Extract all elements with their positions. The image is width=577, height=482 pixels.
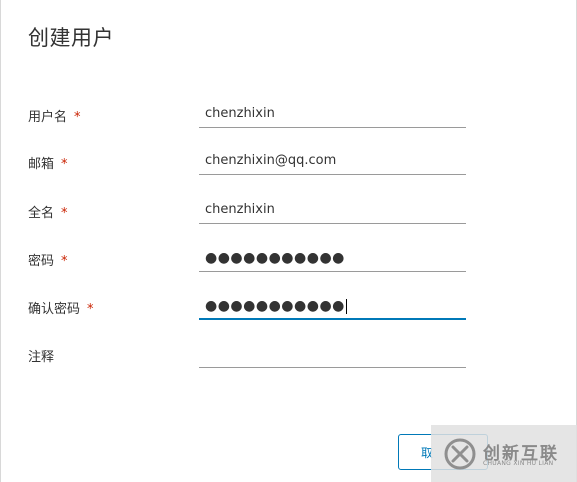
required-mark: *	[61, 254, 68, 269]
watermark: 创新互联 CHUANG XIN HU LIAN	[431, 425, 577, 482]
password-masked-value: ●●●●●●●●●●●	[205, 250, 345, 266]
form-row-notes: 注释	[1, 340, 577, 370]
notes-input[interactable]	[199, 340, 466, 368]
email-label: 邮箱 *	[28, 157, 68, 172]
chuangxin-logo-icon	[444, 438, 476, 470]
required-mark: *	[87, 302, 94, 317]
dialog-title: 创建用户	[28, 26, 114, 50]
username-input[interactable]: chenzhixin	[199, 100, 466, 128]
required-mark: *	[61, 206, 68, 221]
required-mark: *	[74, 110, 81, 125]
form-row-password: 密码 * ●●●●●●●●●●●	[1, 244, 577, 274]
text-caret	[345, 299, 347, 314]
fullname-input[interactable]: chenzhixin	[199, 196, 466, 224]
email-input[interactable]: chenzhixin@qq.com	[199, 147, 466, 175]
password-input[interactable]: ●●●●●●●●●●●	[199, 244, 466, 272]
create-user-dialog: 创建用户 用户名 * chenzhixin 邮箱 * chenzhixin@qq.c…	[0, 0, 577, 482]
form-row-fullname: 全名 * chenzhixin	[1, 196, 577, 226]
form-row-confirm-password: 确认密码 * ●●●●●●●●●●●	[1, 292, 577, 322]
confirm-password-masked-value: ●●●●●●●●●●●	[205, 298, 345, 314]
confirm-password-label: 确认密码 *	[28, 302, 94, 317]
form-row-email: 邮箱 * chenzhixin@qq.com	[1, 147, 577, 177]
confirm-password-input[interactable]: ●●●●●●●●●●●	[199, 292, 466, 320]
watermark-text-en: CHUANG XIN HU LIAN	[483, 460, 554, 467]
notes-label: 注释	[28, 350, 55, 365]
username-label: 用户名 *	[28, 110, 81, 125]
form-row-username: 用户名 * chenzhixin	[1, 100, 577, 130]
fullname-label: 全名 *	[28, 206, 68, 221]
password-label: 密码 *	[28, 254, 68, 269]
required-mark: *	[61, 157, 68, 172]
